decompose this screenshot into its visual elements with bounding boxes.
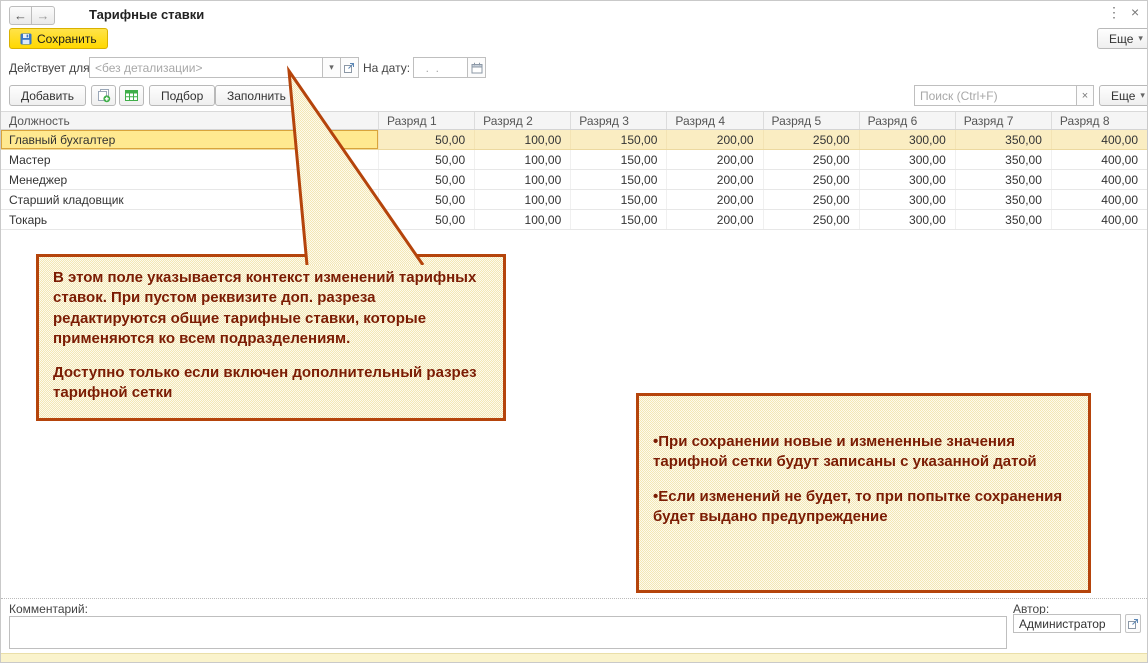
table-body: Главный бухгалтер 50,00 100,00 150,00 200,00… <box>1 130 1147 230</box>
chevron-down-icon: ▾ <box>1138 33 1143 43</box>
rate-cell[interactable]: 400,00 <box>1050 210 1147 229</box>
rate-cell[interactable]: 300,00 <box>858 150 955 169</box>
rate-cell[interactable]: 250,00 <box>762 210 859 229</box>
column-header[interactable]: Разряд 2 <box>474 112 570 129</box>
table-row[interactable]: Менеджер 50,00 100,00 150,00 200,00 250,00 300… <box>1 170 1147 190</box>
calendar-icon <box>471 62 483 74</box>
callout-pointer-arrow <box>286 65 425 265</box>
rate-cell[interactable]: 100,00 <box>474 190 570 209</box>
rate-cell[interactable]: 100,00 <box>474 130 570 149</box>
rate-cell[interactable]: 200,00 <box>666 130 762 149</box>
history-nav: ← → <box>9 6 55 25</box>
copy-icon <box>96 88 111 103</box>
rate-cell[interactable]: 100,00 <box>474 210 570 229</box>
rate-cell[interactable]: 100,00 <box>474 170 570 189</box>
callout-paragraph: •Если изменений не будет, то при попытке… <box>653 487 1063 525</box>
add-button[interactable]: Добавить <box>9 85 87 106</box>
callout-paragraph: •При сохранении новые и измененные значе… <box>653 433 1037 471</box>
table-header-row: Должность Разряд 1 Разряд 2 Разряд 3 Разряд … <box>1 111 1147 130</box>
rate-cell[interactable]: 350,00 <box>954 190 1051 209</box>
grid-settings-button[interactable] <box>119 85 144 106</box>
floppy-disk-icon <box>20 33 32 45</box>
tariff-rates-window: ← → Тарифные ставки ⋮ × Сохранить Еще ▾ … <box>0 0 1148 663</box>
rate-cell[interactable]: 150,00 <box>570 190 666 209</box>
rate-cell[interactable]: 100,00 <box>474 150 570 169</box>
rate-cell[interactable]: 300,00 <box>858 130 955 149</box>
rate-cell[interactable]: 300,00 <box>858 210 955 229</box>
page-title: Тарифные ставки <box>89 7 205 22</box>
back-icon: ← <box>14 8 27 23</box>
search-input[interactable] <box>914 85 1077 106</box>
rate-cell[interactable]: 350,00 <box>954 130 1051 149</box>
pick-button[interactable]: Подбор <box>149 85 216 106</box>
annotation-callout-context: В этом поле указывается контекст изменен… <box>36 254 506 421</box>
rate-cell[interactable]: 400,00 <box>1050 130 1147 149</box>
splitter[interactable] <box>1 598 1147 599</box>
save-button-label: Сохранить <box>37 31 97 46</box>
rate-cell[interactable]: 200,00 <box>666 150 762 169</box>
column-header[interactable]: Разряд 5 <box>762 112 859 129</box>
fill-button-label: Заполнить <box>227 88 286 103</box>
rate-cell[interactable]: 300,00 <box>858 190 955 209</box>
rate-cell[interactable]: 150,00 <box>570 210 666 229</box>
rate-cell[interactable]: 350,00 <box>954 170 1051 189</box>
table-row[interactable]: Токарь 50,00 100,00 150,00 200,00 250,00 300,0… <box>1 210 1147 230</box>
search-clear-button[interactable]: × <box>1077 85 1094 106</box>
comment-label: Комментарий: <box>9 602 88 616</box>
copy-button[interactable] <box>91 85 116 106</box>
rate-cell[interactable]: 300,00 <box>858 170 955 189</box>
back-button[interactable]: ← <box>9 6 32 25</box>
kebab-menu-icon[interactable]: ⋮ <box>1107 4 1121 21</box>
comment-textarea[interactable] <box>9 616 1007 649</box>
tariff-table: Должность Разряд 1 Разряд 2 Разряд 3 Разряд … <box>1 111 1147 230</box>
calendar-button[interactable] <box>468 57 486 78</box>
callout-paragraph: Доступно только если включен дополнитель… <box>53 364 477 402</box>
acts-for-label: Действует для: <box>9 61 93 75</box>
save-button[interactable]: Сохранить <box>9 28 108 49</box>
more-button-top-label: Еще <box>1109 31 1134 46</box>
open-link-icon <box>1127 618 1139 629</box>
rate-cell[interactable]: 250,00 <box>762 150 859 169</box>
column-header[interactable]: Разряд 7 <box>954 112 1051 129</box>
bottom-strip <box>1 653 1147 662</box>
rate-cell[interactable]: 200,00 <box>666 190 762 209</box>
search-box: × <box>914 85 1094 106</box>
clear-icon: × <box>1081 89 1089 102</box>
more-button-toolbar-label: Еще <box>1111 88 1136 103</box>
column-header[interactable]: Разряд 3 <box>570 112 666 129</box>
table-row[interactable]: Старший кладовщик 50,00 100,00 150,00 200,00… <box>1 190 1147 210</box>
rate-cell[interactable]: 400,00 <box>1050 170 1147 189</box>
rate-cell[interactable]: 350,00 <box>954 210 1051 229</box>
more-button-top[interactable]: Еще ▾ <box>1097 28 1147 49</box>
pick-button-label: Подбор <box>161 88 204 103</box>
table-icon <box>124 88 139 103</box>
rate-cell[interactable]: 250,00 <box>762 130 859 149</box>
chevron-down-icon: ▾ <box>1140 90 1145 100</box>
column-header[interactable]: Разряд 8 <box>1050 112 1147 129</box>
author-open-button[interactable] <box>1125 614 1141 633</box>
rate-cell[interactable]: 150,00 <box>570 150 666 169</box>
rate-cell[interactable]: 250,00 <box>762 170 859 189</box>
author-input[interactable] <box>1013 614 1121 633</box>
forward-button[interactable]: → <box>32 6 55 25</box>
rate-cell[interactable]: 200,00 <box>666 210 762 229</box>
column-header[interactable]: Разряд 6 <box>858 112 955 129</box>
rate-cell[interactable]: 350,00 <box>954 150 1051 169</box>
annotation-callout-save: •При сохранении новые и измененные значе… <box>636 393 1091 593</box>
forward-icon: → <box>36 8 50 23</box>
table-row[interactable]: Главный бухгалтер 50,00 100,00 150,00 200,00… <box>1 130 1147 150</box>
callout-paragraph: В этом поле указывается контекст изменен… <box>53 269 477 347</box>
column-header[interactable]: Разряд 4 <box>666 112 762 129</box>
rate-cell[interactable]: 400,00 <box>1050 150 1147 169</box>
rate-cell[interactable]: 250,00 <box>762 190 859 209</box>
rate-cell[interactable]: 150,00 <box>570 170 666 189</box>
rate-cell[interactable]: 200,00 <box>666 170 762 189</box>
rate-cell[interactable]: 400,00 <box>1050 190 1147 209</box>
close-icon[interactable]: × <box>1131 4 1139 20</box>
add-button-label: Добавить <box>21 88 75 103</box>
table-row[interactable]: Мастер 50,00 100,00 150,00 200,00 250,00 300,0… <box>1 150 1147 170</box>
more-button-toolbar[interactable]: Еще ▾ <box>1099 85 1147 106</box>
rate-cell[interactable]: 150,00 <box>570 130 666 149</box>
